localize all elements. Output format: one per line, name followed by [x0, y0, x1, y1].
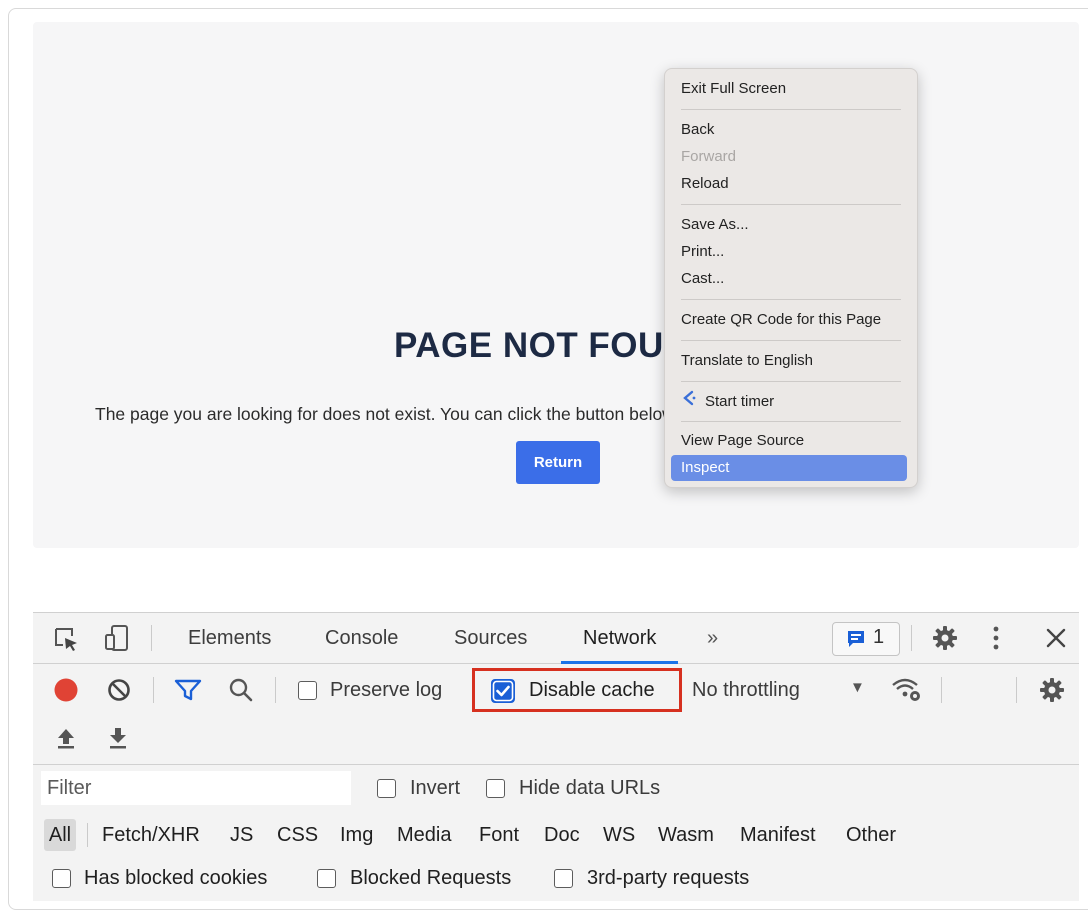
menu-item-view-page-source[interactable]: View Page Source	[681, 430, 804, 452]
type-filter-ws[interactable]: WS	[603, 819, 635, 851]
menu-item-print[interactable]: Print...	[681, 241, 724, 263]
search-icon[interactable]	[228, 677, 254, 709]
menu-separator	[681, 421, 901, 422]
toolbar-divider	[151, 625, 152, 651]
more-options-icon[interactable]	[991, 625, 1001, 657]
more-tabs-button[interactable]: »	[707, 625, 718, 651]
message-icon	[846, 629, 866, 655]
toolbar-divider	[911, 625, 912, 651]
import-har-upload-icon[interactable]	[55, 726, 77, 756]
network-conditions-icon[interactable]	[891, 675, 923, 709]
context-menu: Exit Full Screen Back Forward Reload Sav…	[664, 68, 918, 488]
type-filter-doc[interactable]: Doc	[544, 819, 580, 851]
menu-item-start-timer-label: Start timer	[705, 393, 775, 410]
tab-elements[interactable]: Elements	[188, 625, 271, 651]
close-icon[interactable]	[1045, 627, 1067, 655]
has-blocked-cookies-checkbox[interactable]	[52, 869, 71, 888]
devtools-tab-bar: Elements Console Sources Network » 1	[33, 613, 1079, 664]
third-party-requests-checkbox[interactable]	[554, 869, 573, 888]
menu-item-create-qr-code[interactable]: Create QR Code for this Page	[681, 309, 881, 331]
toolbar-divider	[87, 823, 88, 847]
toolbar-divider	[275, 677, 276, 703]
hide-data-urls-label: Hide data URLs	[519, 777, 661, 799]
menu-item-inspect[interactable]: Inspect	[671, 455, 907, 481]
menu-item-forward: Forward	[681, 148, 737, 165]
menu-separator	[681, 109, 901, 110]
menu-item-save-as[interactable]: Save As...	[681, 214, 749, 236]
preserve-log-label: Preserve log	[330, 679, 443, 701]
hide-data-urls-checkbox[interactable]	[486, 779, 505, 798]
export-har-download-icon[interactable]	[107, 726, 129, 756]
inspect-element-icon[interactable]	[53, 626, 79, 658]
menu-separator	[681, 340, 901, 341]
menu-separator	[681, 299, 901, 300]
throttling-select[interactable]: No throttling	[692, 677, 800, 703]
devtools-panel: Elements Console Sources Network » 1 Pre…	[33, 612, 1079, 901]
type-filter-img[interactable]: Img	[340, 819, 373, 851]
menu-item-cast[interactable]: Cast...	[681, 268, 724, 290]
type-filter-font[interactable]: Font	[479, 819, 519, 851]
toolbar-divider	[1016, 677, 1017, 703]
type-filter-js[interactable]: JS	[230, 819, 253, 851]
menu-item-exit-full-screen[interactable]: Exit Full Screen	[681, 78, 786, 100]
tab-sources[interactable]: Sources	[454, 625, 527, 651]
has-blocked-cookies-label: Has blocked cookies	[84, 867, 268, 889]
preserve-log-checkbox[interactable]	[298, 681, 317, 700]
type-filter-manifest[interactable]: Manifest	[740, 819, 816, 851]
chevron-down-icon[interactable]: ▼	[850, 679, 865, 696]
messages-count: 1	[873, 626, 885, 648]
toolbar-divider	[941, 677, 942, 703]
menu-item-reload[interactable]: Reload	[681, 173, 729, 195]
type-filter-fetch-xhr[interactable]: Fetch/XHR	[102, 819, 200, 851]
disable-cache-checkbox[interactable]	[491, 679, 515, 703]
timer-icon	[681, 390, 697, 413]
type-filter-all[interactable]: All	[44, 819, 76, 851]
menu-item-back[interactable]: Back	[681, 119, 714, 141]
record-icon[interactable]	[53, 677, 79, 709]
blocked-requests-checkbox[interactable]	[317, 869, 336, 888]
invert-checkbox[interactable]	[377, 779, 396, 798]
menu-separator	[681, 204, 901, 205]
messages-badge[interactable]: 1	[832, 622, 900, 656]
type-filter-css[interactable]: CSS	[277, 819, 318, 851]
blocked-requests-label: Blocked Requests	[350, 867, 512, 889]
clear-icon[interactable]	[107, 678, 131, 708]
filter-input[interactable]	[41, 771, 351, 805]
page-title: PAGE NOT FOUND	[394, 326, 694, 365]
third-party-requests-label: 3rd-party requests	[587, 867, 750, 889]
menu-item-start-timer[interactable]: Start timer	[681, 390, 774, 412]
disable-cache-label: Disable cache	[529, 679, 655, 701]
tab-console[interactable]: Console	[325, 625, 398, 651]
filter-bar: Invert Hide data URLs All Fetch/XHR JS C…	[33, 765, 1079, 901]
settings-gear-icon[interactable]	[932, 625, 958, 657]
menu-separator	[681, 381, 901, 382]
menu-item-translate[interactable]: Translate to English	[681, 350, 813, 372]
network-toolbar: Preserve log Disable cache No throttling…	[33, 664, 1079, 765]
return-button[interactable]: Return	[516, 441, 600, 484]
toolbar-divider	[153, 677, 154, 703]
filter-icon[interactable]	[174, 678, 202, 708]
type-filter-other[interactable]: Other	[846, 819, 896, 851]
type-filter-media[interactable]: Media	[397, 819, 451, 851]
tab-network[interactable]: Network	[583, 625, 656, 651]
type-filter-wasm[interactable]: Wasm	[658, 819, 714, 851]
device-toolbar-icon[interactable]	[103, 624, 131, 658]
invert-label: Invert	[410, 777, 461, 799]
network-settings-gear-icon[interactable]	[1039, 677, 1065, 709]
